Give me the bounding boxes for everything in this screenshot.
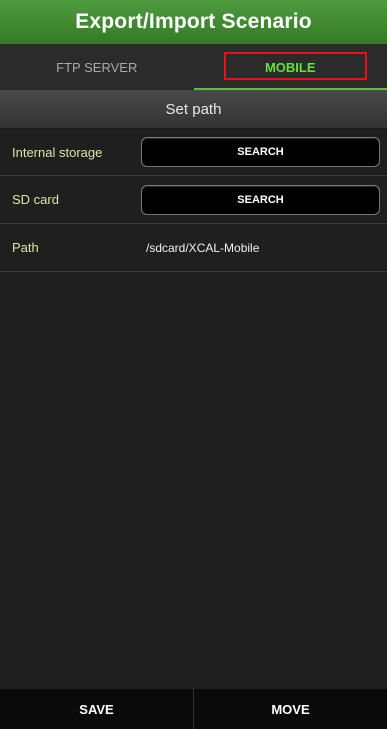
set-path-header: Set path: [0, 90, 387, 129]
path-label: Path: [12, 240, 39, 255]
title-bar: Export/Import Scenario: [0, 0, 387, 44]
content-area: [0, 272, 387, 689]
sd-card-row: SD card SEARCH: [0, 176, 387, 224]
save-button[interactable]: SAVE: [0, 689, 193, 729]
internal-storage-label: Internal storage: [12, 144, 103, 160]
internal-storage-row: Internal storage SEARCH: [0, 129, 387, 176]
sd-card-search-button[interactable]: SEARCH: [141, 184, 380, 215]
tab-mobile[interactable]: MOBILE: [193, 44, 387, 90]
tab-ftp-server[interactable]: FTP SERVER: [0, 44, 194, 90]
path-row: Path /sdcard/XCAL-Mobile: [0, 224, 387, 272]
internal-storage-search-button[interactable]: SEARCH: [141, 137, 380, 167]
highlight-box: [223, 52, 367, 80]
tab-ftp-server-label: FTP SERVER: [56, 59, 138, 75]
move-button[interactable]: MOVE: [194, 689, 387, 729]
tab-bar: FTP SERVER MOBILE: [0, 44, 387, 90]
section-title: Set path: [165, 100, 222, 118]
sd-card-label: SD card: [12, 192, 59, 207]
path-value: /sdcard/XCAL-Mobile: [146, 240, 260, 255]
bottom-action-bar: SAVE MOVE: [0, 689, 387, 729]
page-title: Export/Import Scenario: [75, 10, 312, 33]
